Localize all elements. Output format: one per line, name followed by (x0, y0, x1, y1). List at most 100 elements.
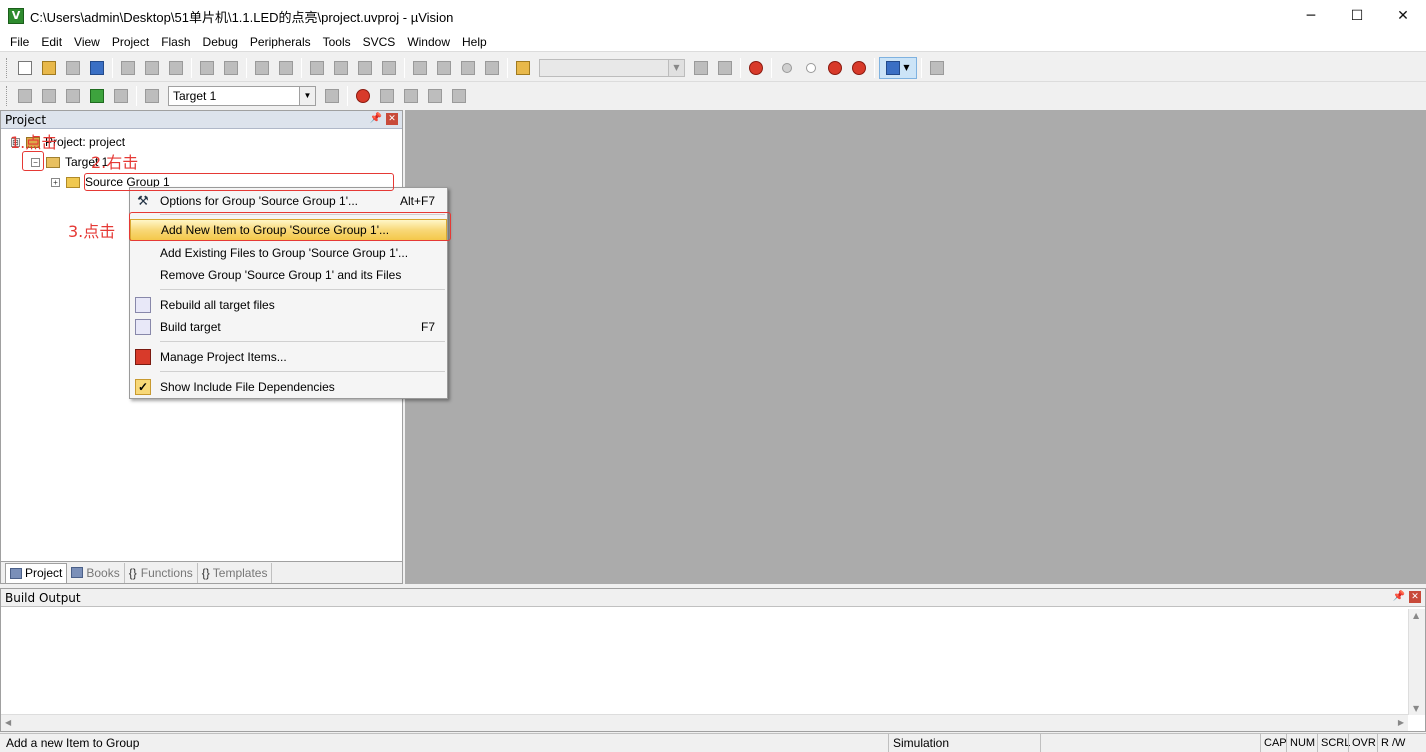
vertical-scrollbar[interactable]: ▲ ▼ (1408, 609, 1425, 715)
menu-item-add-existing-files[interactable]: Add Existing Files to Group 'Source Grou… (130, 242, 447, 264)
menu-project[interactable]: Project (106, 32, 155, 52)
menu-debug[interactable]: Debug (197, 32, 244, 52)
menu-view[interactable]: View (68, 32, 106, 52)
tab-templates[interactable]: {} Templates (198, 562, 273, 583)
download-button[interactable] (141, 85, 163, 107)
rte-button[interactable] (376, 85, 398, 107)
insert-breakpoint-button[interactable] (776, 57, 798, 79)
select-packs-button[interactable] (424, 85, 446, 107)
horizontal-scrollbar[interactable]: ◀ ▶ (1, 714, 1408, 731)
comment-button[interactable] (457, 57, 479, 79)
batch-build-button[interactable] (86, 85, 108, 107)
find-in-files-button[interactable] (512, 57, 534, 79)
menu-item-show-include-deps[interactable]: ✓ Show Include File Dependencies (130, 376, 447, 398)
translate-button[interactable] (14, 85, 36, 107)
tab-books[interactable]: Books (67, 562, 125, 583)
menu-peripherals[interactable]: Peripherals (244, 32, 317, 52)
enable-breakpoint-button[interactable] (800, 57, 822, 79)
unindent-button[interactable] (433, 57, 455, 79)
build-button[interactable] (38, 85, 60, 107)
window-layout-button[interactable]: ▼ (879, 56, 917, 79)
debug-session-button[interactable] (745, 57, 767, 79)
bookmark-button[interactable] (306, 57, 328, 79)
save-all-button[interactable] (86, 57, 108, 79)
stop-build-button[interactable] (110, 85, 132, 107)
menu-item-remove-group[interactable]: Remove Group 'Source Group 1' and its Fi… (130, 264, 447, 286)
menu-tools[interactable]: Tools (317, 32, 357, 52)
new-file-button[interactable] (14, 57, 36, 79)
find-combo[interactable]: ▼ (539, 58, 685, 77)
navigate-forward-button[interactable] (275, 57, 297, 79)
project-panel-title: Project (5, 112, 47, 127)
menu-window[interactable]: Window (401, 32, 456, 52)
close-window-button[interactable]: ✕ (1380, 0, 1426, 32)
scroll-down-icon[interactable]: ▼ (1413, 704, 1419, 713)
configure-button[interactable] (926, 57, 948, 79)
cut-icon (121, 60, 135, 75)
paste-button[interactable] (165, 57, 187, 79)
close-icon[interactable]: ✕ (1409, 591, 1421, 603)
copy-button[interactable] (141, 57, 163, 79)
scroll-left-icon[interactable]: ◀ (5, 718, 11, 727)
menu-item-build-target[interactable]: Build target F7 (130, 316, 447, 338)
undo-button[interactable] (196, 57, 218, 79)
annotation-step1: 1.点击 (10, 133, 58, 152)
menu-item-options-for-group[interactable]: ⚒ Options for Group 'Source Group 1'... … (130, 190, 447, 212)
pin-icon[interactable]: 📌 (1393, 591, 1405, 602)
target-options-button[interactable] (321, 85, 343, 107)
next-bookmark-button[interactable] (354, 57, 376, 79)
tab-project[interactable]: Project (5, 562, 68, 583)
pack-installer-button[interactable] (400, 85, 422, 107)
find-button[interactable] (690, 57, 712, 79)
multi-project-button[interactable] (448, 85, 470, 107)
target-select[interactable]: Target 1 ▼ (168, 86, 316, 106)
toolbar-grip[interactable] (6, 57, 9, 78)
multi-project-icon (452, 89, 466, 103)
indent-button[interactable] (409, 57, 431, 79)
redo-button[interactable] (220, 57, 242, 79)
rebuild-icon (135, 297, 151, 313)
save-button[interactable] (62, 57, 84, 79)
close-icon[interactable]: ✕ (386, 113, 398, 125)
find-in-files-icon (516, 60, 530, 75)
comment-icon (461, 60, 475, 75)
translate-icon (18, 89, 32, 103)
stop-build-icon (114, 89, 128, 103)
navigate-back-button[interactable] (251, 57, 273, 79)
arrow-right-icon (279, 60, 293, 75)
build-icon (42, 89, 56, 103)
toolbar-grip[interactable] (6, 86, 9, 106)
status-num: NUM (1286, 734, 1318, 752)
menu-flash[interactable]: Flash (155, 32, 196, 52)
rebuild-button[interactable] (62, 85, 84, 107)
scroll-up-icon[interactable]: ▲ (1413, 611, 1419, 620)
scroll-right-icon[interactable]: ▶ (1398, 718, 1404, 727)
incremental-find-icon (718, 60, 732, 75)
pin-icon[interactable]: 📌 (370, 113, 382, 124)
cut-button[interactable] (117, 57, 139, 79)
toolbar-separator (874, 57, 875, 78)
menu-svcs[interactable]: SVCS (357, 32, 402, 52)
minimize-button[interactable]: ─ (1288, 0, 1334, 32)
menu-item-manage-project-items[interactable]: Manage Project Items... (130, 346, 447, 368)
prev-bookmark-button[interactable] (330, 57, 352, 79)
menu-item-rebuild-all[interactable]: Rebuild all target files (130, 294, 447, 316)
editor-area[interactable] (405, 110, 1426, 584)
unindent-icon (437, 60, 451, 75)
uncomment-button[interactable] (481, 57, 503, 79)
menu-file[interactable]: File (4, 32, 35, 52)
menu-edit[interactable]: Edit (35, 32, 68, 52)
manage-project-items-button[interactable] (352, 85, 374, 107)
menu-help[interactable]: Help (456, 32, 493, 52)
disable-breakpoints-button[interactable] (824, 57, 846, 79)
kill-breakpoints-button[interactable] (848, 57, 870, 79)
maximize-button[interactable]: ☐ (1334, 0, 1380, 32)
clear-bookmarks-button[interactable] (378, 57, 400, 79)
find-icon (694, 60, 708, 75)
open-file-button[interactable] (38, 57, 60, 79)
incremental-find-button[interactable] (714, 57, 736, 79)
menu-item-label: Remove Group 'Source Group 1' and its Fi… (160, 268, 402, 282)
expand-icon[interactable]: + (51, 177, 60, 187)
tab-functions[interactable]: {} Functions (125, 562, 198, 583)
tab-functions-label: Functions (140, 565, 193, 580)
